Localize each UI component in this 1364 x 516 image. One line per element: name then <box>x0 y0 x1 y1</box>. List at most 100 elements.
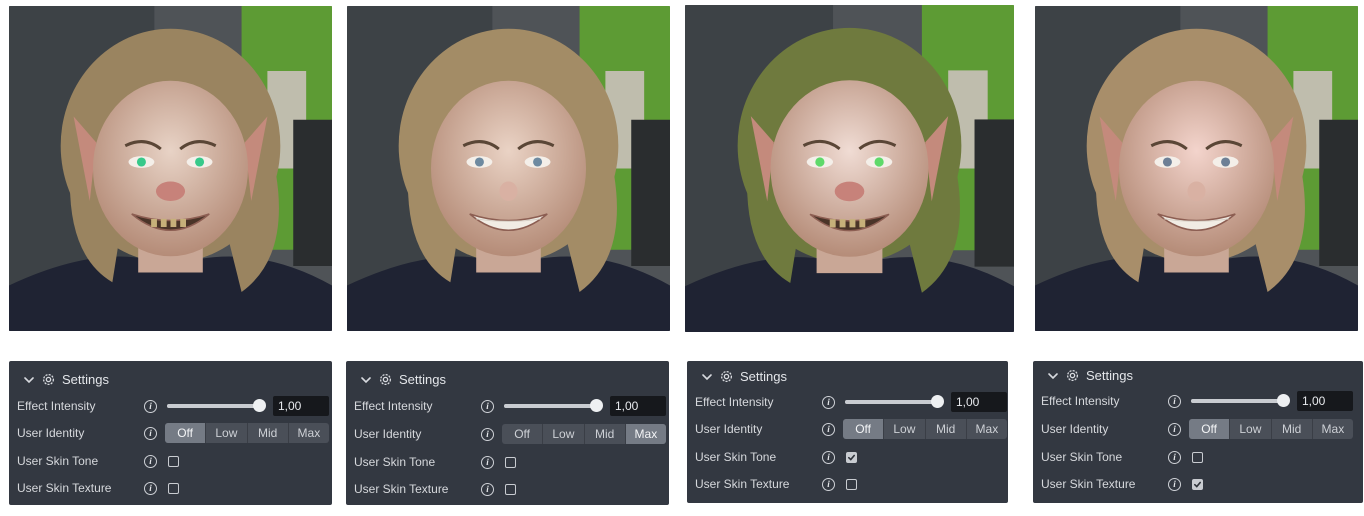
effect-intensity-value[interactable]: 1,00 <box>951 392 1007 412</box>
user-skin-tone-checkbox[interactable] <box>846 451 857 463</box>
settings-panel: Settings Effect Intensity i 1,00 User Identi… <box>1033 361 1363 503</box>
slider-fill <box>845 400 937 404</box>
setting-row-user-skin-texture: User Skin Texture i <box>354 478 659 500</box>
slider-fill <box>167 404 259 408</box>
info-icon[interactable]: i <box>481 455 494 469</box>
identity-option-low[interactable]: Low <box>1229 419 1270 439</box>
info-icon[interactable]: i <box>822 450 835 464</box>
identity-option-max[interactable]: Max <box>624 424 666 444</box>
info-icon[interactable]: i <box>481 427 494 441</box>
identity-option-low[interactable]: Low <box>205 423 246 443</box>
setting-row-user-identity: User Identity i Off Low Mid Max <box>695 418 1007 440</box>
effect-intensity-value[interactable]: 1,00 <box>1297 391 1353 411</box>
user-skin-texture-checkbox[interactable] <box>846 478 857 490</box>
slider-knob[interactable] <box>1277 394 1290 407</box>
setting-row-user-identity: User Identity i Off Low Mid Max <box>354 423 666 445</box>
info-icon[interactable]: i <box>822 422 835 436</box>
slider-knob[interactable] <box>253 399 266 412</box>
info-icon[interactable]: i <box>1168 477 1181 491</box>
setting-label: User Identity <box>695 422 763 436</box>
slider-knob[interactable] <box>931 395 944 408</box>
info-icon[interactable]: i <box>1168 394 1181 408</box>
setting-row-user-skin-tone: User Skin Tone i <box>17 450 322 472</box>
user-skin-tone-checkbox[interactable] <box>1192 451 1203 463</box>
result-photo <box>685 5 1014 332</box>
setting-label: User Skin Tone <box>17 454 99 468</box>
settings-header[interactable]: Settings <box>360 372 446 387</box>
identity-option-mid[interactable]: Mid <box>583 424 625 444</box>
info-icon[interactable]: i <box>481 482 494 496</box>
setting-row-effect-intensity: Effect Intensity i 1,00 <box>695 391 1007 413</box>
info-icon[interactable]: i <box>144 426 157 440</box>
info-icon[interactable]: i <box>481 399 494 413</box>
user-identity-segmented[interactable]: Off Low Mid Max <box>843 419 1007 439</box>
user-skin-tone-checkbox[interactable] <box>505 456 516 468</box>
setting-label: Effect Intensity <box>1041 394 1120 408</box>
setting-row-effect-intensity: Effect Intensity i 1,00 <box>1041 390 1353 412</box>
user-skin-texture-checkbox[interactable] <box>505 483 516 495</box>
user-identity-segmented[interactable]: Off Low Mid Max <box>502 424 666 444</box>
user-skin-tone-checkbox[interactable] <box>168 455 179 467</box>
setting-row-user-identity: User Identity i Off Low Mid Max <box>1041 418 1353 440</box>
identity-option-off[interactable]: Off <box>502 424 542 444</box>
setting-row-user-skin-texture: User Skin Texture i <box>1041 473 1353 495</box>
settings-panel: Settings Effect Intensity i 1,00 User Identi… <box>346 361 669 505</box>
user-identity-segmented[interactable]: Off Low Mid Max <box>1189 419 1353 439</box>
identity-option-max[interactable]: Max <box>1311 419 1353 439</box>
effect-intensity-value[interactable]: 1,00 <box>273 396 329 416</box>
identity-option-off[interactable]: Off <box>1189 419 1230 439</box>
effect-intensity-slider[interactable] <box>1191 394 1290 407</box>
gear-icon <box>41 372 56 387</box>
settings-title: Settings <box>1086 368 1133 383</box>
effect-intensity-slider[interactable] <box>167 399 266 412</box>
user-identity-segmented[interactable]: Off Low Mid Max <box>165 423 329 443</box>
chevron-down-icon[interactable] <box>701 371 713 383</box>
setting-label: User Skin Texture <box>1041 477 1136 491</box>
setting-row-user-skin-tone: User Skin Tone i <box>354 451 659 473</box>
user-skin-texture-checkbox[interactable] <box>168 482 179 494</box>
info-icon[interactable]: i <box>144 454 157 468</box>
effect-intensity-slider[interactable] <box>504 399 603 412</box>
info-icon[interactable]: i <box>1168 450 1181 464</box>
chevron-down-icon[interactable] <box>1047 370 1059 382</box>
slider-knob[interactable] <box>590 399 603 412</box>
info-icon[interactable]: i <box>1168 422 1181 436</box>
identity-option-low[interactable]: Low <box>883 419 924 439</box>
effect-intensity-slider[interactable] <box>845 395 944 408</box>
gear-icon <box>719 369 734 384</box>
info-icon[interactable]: i <box>822 477 835 491</box>
identity-option-max[interactable]: Max <box>965 419 1007 439</box>
setting-label: User Identity <box>17 426 85 440</box>
chevron-down-icon[interactable] <box>360 374 372 386</box>
setting-label: User Skin Tone <box>1041 450 1123 464</box>
settings-title: Settings <box>62 372 109 387</box>
effect-intensity-value[interactable]: 1,00 <box>610 396 666 416</box>
identity-option-max[interactable]: Max <box>287 423 329 443</box>
identity-option-mid[interactable]: Mid <box>246 423 288 443</box>
gear-icon <box>378 372 393 387</box>
setting-label: Effect Intensity <box>354 399 433 413</box>
setting-row-effect-intensity: Effect Intensity i 1,00 <box>17 395 329 417</box>
identity-option-off[interactable]: Off <box>843 419 884 439</box>
identity-option-off[interactable]: Off <box>165 423 206 443</box>
setting-row-effect-intensity: Effect Intensity i 1,00 <box>354 395 666 417</box>
setting-label: User Skin Texture <box>695 477 790 491</box>
user-skin-texture-checkbox[interactable] <box>1192 478 1203 490</box>
settings-header[interactable]: Settings <box>701 369 787 384</box>
settings-title: Settings <box>399 372 446 387</box>
setting-label: User Skin Tone <box>695 450 777 464</box>
chevron-down-icon[interactable] <box>23 374 35 386</box>
identity-option-low[interactable]: Low <box>542 424 583 444</box>
info-icon[interactable]: i <box>144 399 157 413</box>
info-icon[interactable]: i <box>144 481 157 495</box>
identity-option-mid[interactable]: Mid <box>924 419 966 439</box>
info-icon[interactable]: i <box>822 395 835 409</box>
settings-header[interactable]: Settings <box>23 372 109 387</box>
settings-header[interactable]: Settings <box>1047 368 1133 383</box>
settings-panel: Settings Effect Intensity i 1,00 User Identi… <box>9 361 332 505</box>
result-photo <box>347 6 670 331</box>
result-photo <box>9 6 332 331</box>
setting-label: User Skin Texture <box>17 481 112 495</box>
identity-option-mid[interactable]: Mid <box>1270 419 1312 439</box>
gear-icon <box>1065 368 1080 383</box>
